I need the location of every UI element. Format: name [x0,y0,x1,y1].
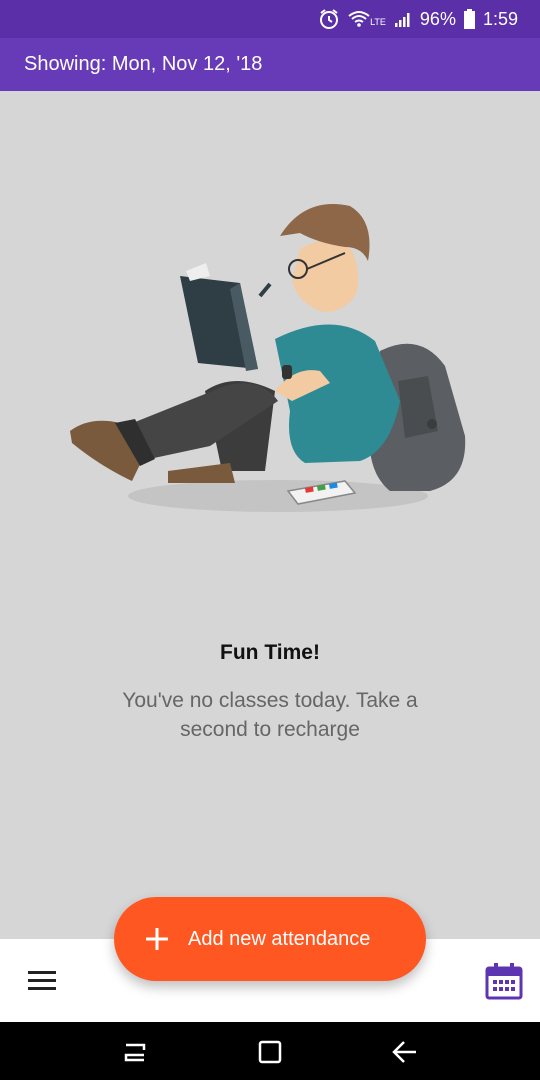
alarm-icon [318,8,340,30]
menu-button[interactable] [24,967,60,995]
recent-apps-icon [124,1043,146,1062]
back-button[interactable] [390,1037,420,1067]
empty-state-container: Fun Time! You've no classes today. Take … [0,91,540,939]
recent-apps-button[interactable] [120,1037,150,1067]
menu-icon [28,971,56,990]
empty-state-title: Fun Time! [220,641,320,664]
add-attendance-label: Add new attendance [188,927,371,950]
student-reading-illustration [70,204,466,512]
plus-icon [146,928,168,950]
showing-date-label[interactable]: Showing: Mon, Nov 12, '18 [24,53,262,76]
empty-state-message: You've no classes today. Take a second t… [122,689,418,741]
calendar-icon [485,963,523,1000]
home-icon [258,1040,282,1064]
status-bar: LTE 96% 1:59 [0,0,540,38]
wifi-icon [348,10,370,28]
battery-icon [463,9,475,29]
network-type: LTE [370,17,386,27]
signal-icon [394,11,412,27]
home-button[interactable] [255,1037,285,1067]
system-nav-bar [0,1022,540,1080]
app-bar: Showing: Mon, Nov 12, '18 [0,38,540,91]
add-attendance-button[interactable]: Add new attendance [114,897,426,981]
clock: 1:59 [482,8,518,29]
back-icon [392,1041,416,1063]
calendar-button[interactable] [484,961,524,1001]
battery-percent: 96% [419,8,456,29]
